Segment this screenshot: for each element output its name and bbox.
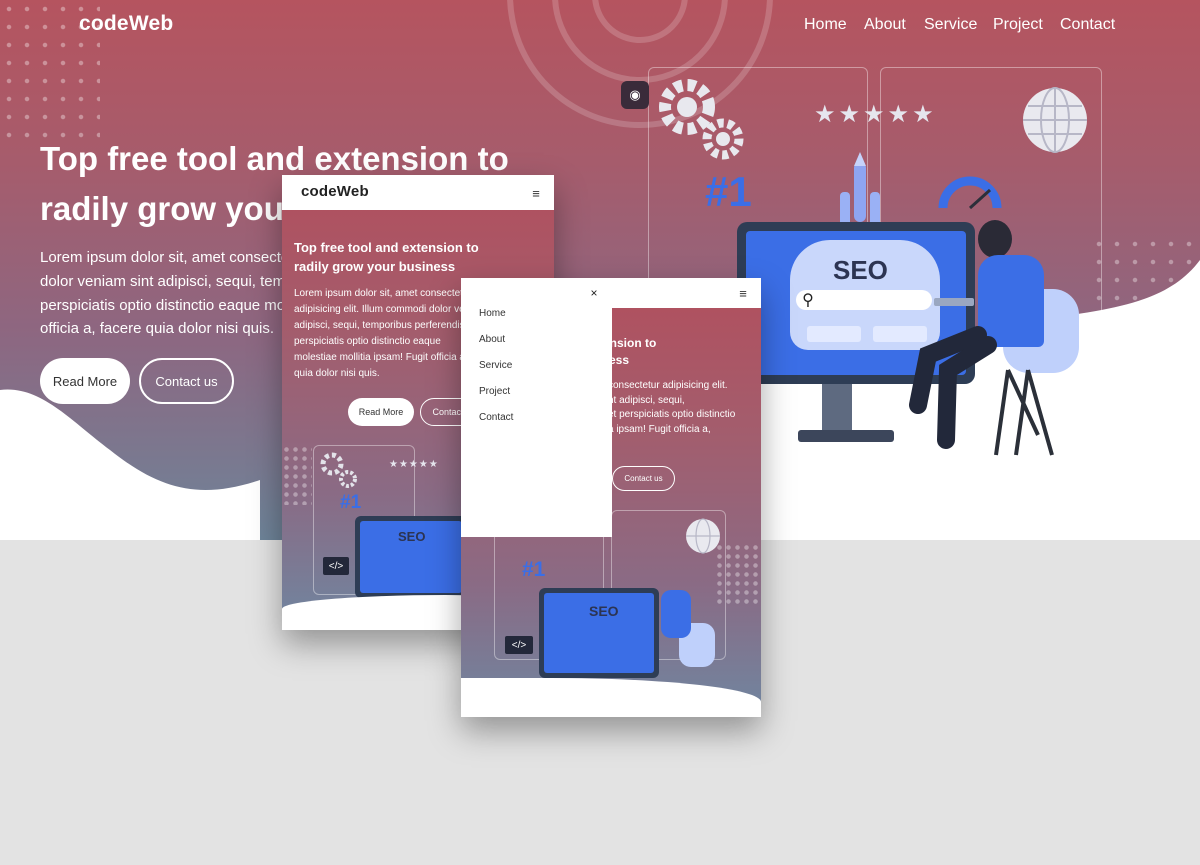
tablet-stars: ★★★★★ bbox=[389, 459, 439, 470]
tablet-para-4: perspiciatis optio distinctio eaque bbox=[294, 336, 441, 347]
brand-logo[interactable]: codeWeb bbox=[79, 12, 173, 36]
drawer-item-service[interactable]: Service bbox=[479, 360, 512, 371]
speed-gauge-icon bbox=[938, 176, 1002, 210]
rank-badge: #1 bbox=[705, 168, 752, 215]
nav-home[interactable]: Home bbox=[804, 16, 847, 34]
mobile-para-3: et perspiciatis optio distinctio bbox=[608, 409, 736, 420]
monitor-stand bbox=[822, 384, 852, 432]
search-icon: ⚲ bbox=[802, 292, 814, 309]
tablet-para-1: Lorem ipsum dolor sit, amet consectetur bbox=[294, 288, 472, 299]
drawer-item-contact[interactable]: Contact bbox=[479, 412, 513, 423]
page-canvas: codeWeb Home About Service Project Conta… bbox=[0, 0, 1200, 865]
mobile-title-partial-2: ess bbox=[609, 353, 630, 367]
seo-label: SEO bbox=[833, 255, 888, 285]
tablet-hamburger-icon[interactable]: ≡ bbox=[527, 185, 545, 201]
person-head bbox=[978, 220, 1012, 258]
drawer-item-home[interactable]: Home bbox=[479, 308, 506, 319]
tablet-code-icon: </> bbox=[323, 557, 349, 575]
nav-contact[interactable]: Contact bbox=[1060, 16, 1115, 34]
tablet-title-line1: Top free tool and extension to bbox=[294, 240, 479, 255]
tablet-gears-icon bbox=[320, 452, 357, 488]
contact-us-button[interactable]: Contact us bbox=[139, 358, 234, 404]
nav-project[interactable]: Project bbox=[993, 16, 1043, 34]
tablet-para-5: molestiae mollitia ipsam! Fugit officia … bbox=[294, 352, 468, 363]
tablet-rank-badge: #1 bbox=[340, 492, 362, 513]
tablet-read-more-button[interactable]: Read More bbox=[348, 398, 414, 426]
laptop bbox=[934, 298, 974, 306]
mobile-para-1: consectetur adipisicing elit. bbox=[608, 380, 728, 391]
hero-para-4: officia a, facere quia dolor nisi quis. bbox=[40, 320, 275, 337]
rating-stars: ★★★★★ bbox=[814, 101, 937, 128]
mobile-hamburger-icon[interactable]: ≡ bbox=[734, 285, 752, 301]
mobile-person bbox=[661, 590, 691, 638]
mobile-contact-button[interactable]: Contact us bbox=[612, 466, 675, 491]
gears-icon bbox=[659, 79, 744, 160]
mobile-mockup: ≡ ension to ess consectetur adipisicing … bbox=[461, 278, 761, 717]
person-legs bbox=[909, 326, 997, 449]
drawer-item-about[interactable]: About bbox=[479, 334, 505, 345]
seo-pill-1 bbox=[807, 326, 861, 342]
nav-about[interactable]: About bbox=[864, 16, 906, 34]
tablet-seo-label: SEO bbox=[398, 529, 426, 544]
tablet-para-6: quia dolor nisi quis. bbox=[294, 368, 380, 379]
drawer-item-project[interactable]: Project bbox=[479, 386, 510, 397]
tablet-para-3: adipisci, sequi, temporibus perferendis … bbox=[294, 320, 487, 331]
tablet-title-line2: radily grow your business bbox=[294, 259, 456, 274]
mobile-dots bbox=[715, 543, 761, 608]
globe-icon bbox=[1023, 87, 1087, 153]
mobile-seo-label: SEO bbox=[589, 603, 619, 619]
mobile-para-2: nt adipisci, sequi, bbox=[608, 395, 685, 406]
tablet-logo[interactable]: codeWeb bbox=[301, 183, 369, 200]
read-more-button[interactable]: Read More bbox=[40, 358, 130, 404]
mobile-globe-icon bbox=[686, 518, 720, 554]
nav-service[interactable]: Service bbox=[924, 16, 977, 34]
tablet-dots bbox=[282, 445, 312, 505]
mobile-code-icon: </> bbox=[505, 636, 533, 654]
mobile-nav-drawer: × Home About Service Project Contact bbox=[461, 278, 612, 537]
mobile-para-4: a ipsam! Fugit officia a, bbox=[608, 424, 711, 435]
mobile-monitor bbox=[539, 588, 659, 678]
monitor-base bbox=[798, 430, 894, 442]
hero-title-line1: Top free tool and extension to bbox=[40, 140, 509, 177]
tablet-para-2: adipisicing elit. Illum commodi dolor ve… bbox=[294, 304, 487, 315]
close-icon[interactable]: × bbox=[587, 286, 601, 300]
mobile-rank-badge: #1 bbox=[522, 558, 546, 581]
brain-icon: ◉ bbox=[621, 81, 649, 109]
